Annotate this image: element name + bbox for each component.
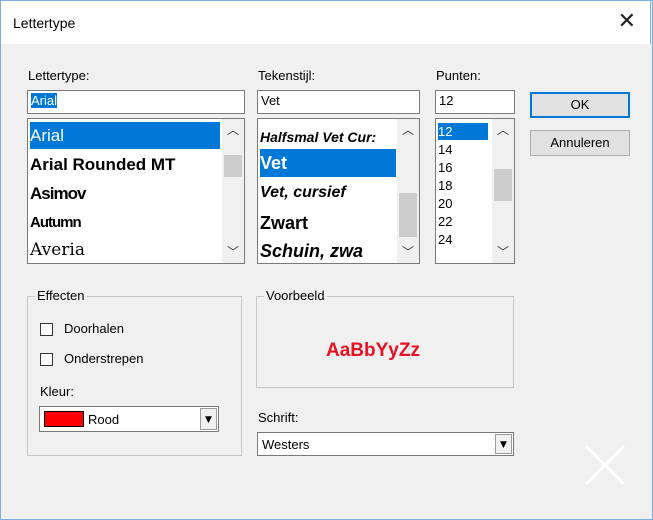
cancel-button[interactable]: Annuleren: [530, 130, 630, 156]
size-scrollbar[interactable]: ︿ ﹀: [492, 119, 514, 263]
down-arrow-icon[interactable]: ﹀: [492, 241, 514, 263]
font-input-value: Arial: [31, 93, 58, 108]
color-swatch: [44, 411, 84, 427]
size-list-item[interactable]: 14: [438, 141, 452, 158]
effects-group: [27, 296, 242, 456]
script-label: Schrift:: [258, 410, 299, 425]
style-list-item[interactable]: Vet: [260, 149, 396, 177]
up-arrow-icon[interactable]: ︿: [492, 119, 514, 141]
up-arrow-icon[interactable]: ︿: [397, 119, 419, 141]
underline-checkbox[interactable]: [40, 353, 53, 366]
size-list[interactable]: 12 14 16 18 20 22 24 ︿ ﹀: [435, 118, 515, 264]
size-input[interactable]: 12: [435, 90, 515, 114]
font-list-item[interactable]: Asimov: [30, 180, 86, 207]
dropdown-arrow-icon[interactable]: ▼: [495, 434, 512, 454]
font-label: Lettertype:: [28, 68, 90, 83]
effects-label: Effecten: [35, 288, 87, 303]
preview-label: Voorbeeld: [264, 288, 327, 303]
style-list-item[interactable]: Vet, cursief: [260, 180, 346, 206]
ok-button[interactable]: OK: [530, 92, 630, 118]
down-arrow-icon[interactable]: ﹀: [397, 241, 419, 263]
style-input[interactable]: Vet: [257, 90, 420, 114]
font-list[interactable]: Arial Arial Rounded MT Asimov Autumn Ave…: [27, 118, 245, 264]
color-select[interactable]: Rood ▼: [39, 406, 219, 432]
scroll-thumb[interactable]: [494, 169, 512, 201]
font-list-item[interactable]: Arial: [30, 122, 220, 149]
strikeout-label: Doorhalen: [64, 321, 124, 336]
style-scrollbar[interactable]: ︿ ﹀: [397, 119, 419, 263]
color-value: Rood: [88, 412, 120, 427]
size-list-item[interactable]: 20: [438, 195, 452, 212]
style-list-item[interactable]: Zwart: [260, 209, 308, 237]
preview-sample: AaBbYyZz: [326, 340, 420, 361]
strikeout-checkbox[interactable]: [40, 323, 53, 336]
scroll-thumb[interactable]: [224, 155, 242, 177]
title-bar: Lettertype ✕: [0, 0, 651, 44]
size-list-item[interactable]: 16: [438, 159, 452, 176]
font-list-item[interactable]: Autumn: [30, 209, 82, 236]
size-list-item[interactable]: 22: [438, 213, 452, 230]
size-list-item[interactable]: 24: [438, 231, 452, 248]
font-list-item[interactable]: Averia: [30, 237, 85, 263]
dropdown-arrow-icon[interactable]: ▼: [200, 408, 217, 430]
window-title: Lettertype: [13, 15, 76, 31]
down-arrow-icon[interactable]: ﹀: [222, 241, 244, 263]
script-select[interactable]: Westers ▼: [257, 432, 514, 456]
font-scrollbar[interactable]: ︿ ﹀: [222, 119, 244, 263]
style-label: Tekenstijl:: [258, 68, 316, 83]
resize-grip-icon: [584, 444, 626, 486]
close-icon[interactable]: ✕: [618, 9, 636, 35]
color-label: Kleur:: [40, 384, 74, 399]
script-value: Westers: [262, 437, 310, 452]
font-input[interactable]: Arial: [27, 90, 245, 114]
up-arrow-icon[interactable]: ︿: [222, 119, 244, 141]
style-list-item[interactable]: Schuin, zwa: [260, 238, 363, 263]
style-list[interactable]: Halfsmal Vet Cur: Vet Vet, cursief Zwart…: [257, 118, 420, 264]
size-label: Punten:: [436, 68, 481, 83]
style-list-item[interactable]: Halfsmal Vet Cur:: [260, 126, 376, 148]
font-list-item[interactable]: Arial Rounded MT: [30, 151, 175, 178]
size-list-item[interactable]: 12: [438, 123, 488, 140]
scroll-thumb[interactable]: [399, 193, 417, 237]
size-list-item[interactable]: 18: [438, 177, 452, 194]
underline-label: Onderstrepen: [64, 351, 144, 366]
